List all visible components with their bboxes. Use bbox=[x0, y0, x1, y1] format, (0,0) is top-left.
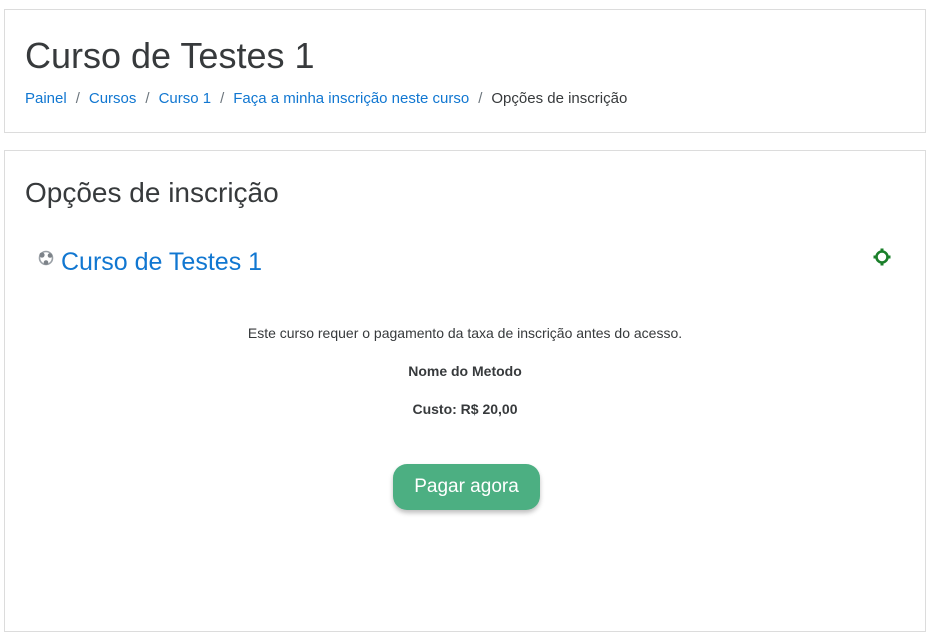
breadcrumb-item-cursos[interactable]: Cursos bbox=[89, 89, 137, 109]
course-header: Curso de Testes 1 bbox=[37, 245, 262, 279]
fee-requirement-text: Este curso requer o pagamento da taxa de… bbox=[247, 325, 683, 341]
pay-now-button[interactable]: Pagar agora bbox=[393, 464, 540, 510]
breadcrumb-separator: / bbox=[220, 90, 225, 107]
breadcrumb-link-curso-1[interactable]: Curso 1 bbox=[159, 89, 212, 109]
breadcrumb-separator: / bbox=[75, 90, 80, 107]
breadcrumb-link-cursos[interactable]: Cursos bbox=[89, 89, 137, 109]
section-title: Opções de inscrição bbox=[25, 177, 279, 208]
enrol-plugin-icon bbox=[873, 248, 891, 266]
breadcrumb-item-enrol-me[interactable]: Faça a minha inscrição neste curso bbox=[233, 89, 469, 109]
page-header: Curso de Testes 1 Painel / Cursos / Curs… bbox=[4, 9, 926, 133]
breadcrumb-separator: / bbox=[478, 90, 483, 107]
breadcrumb-item-curso-1[interactable]: Curso 1 bbox=[159, 89, 212, 109]
course-icon bbox=[38, 250, 54, 266]
breadcrumb-separator: / bbox=[145, 90, 150, 107]
breadcrumb-link-painel[interactable]: Painel bbox=[25, 89, 67, 109]
breadcrumb: Painel / Cursos / Curso 1 / Faça a minha… bbox=[25, 89, 627, 109]
enrolment-options-card: Opções de inscrição Curso de Testes 1 Es… bbox=[4, 150, 926, 632]
page-title: Curso de Testes 1 bbox=[25, 35, 315, 76]
breadcrumb-link-enrol-me[interactable]: Faça a minha inscrição neste curso bbox=[233, 89, 469, 109]
breadcrumb-current: Opções de inscrição bbox=[491, 90, 628, 107]
breadcrumb-item-painel[interactable]: Painel bbox=[25, 89, 67, 109]
breadcrumb-item-current: Opções de inscrição bbox=[491, 89, 627, 109]
course-name-link[interactable]: Curso de Testes 1 bbox=[61, 245, 262, 279]
cost-text: Custo: R$ 20,00 bbox=[412, 401, 518, 417]
payment-method-name: Nome do Metodo bbox=[408, 363, 522, 379]
